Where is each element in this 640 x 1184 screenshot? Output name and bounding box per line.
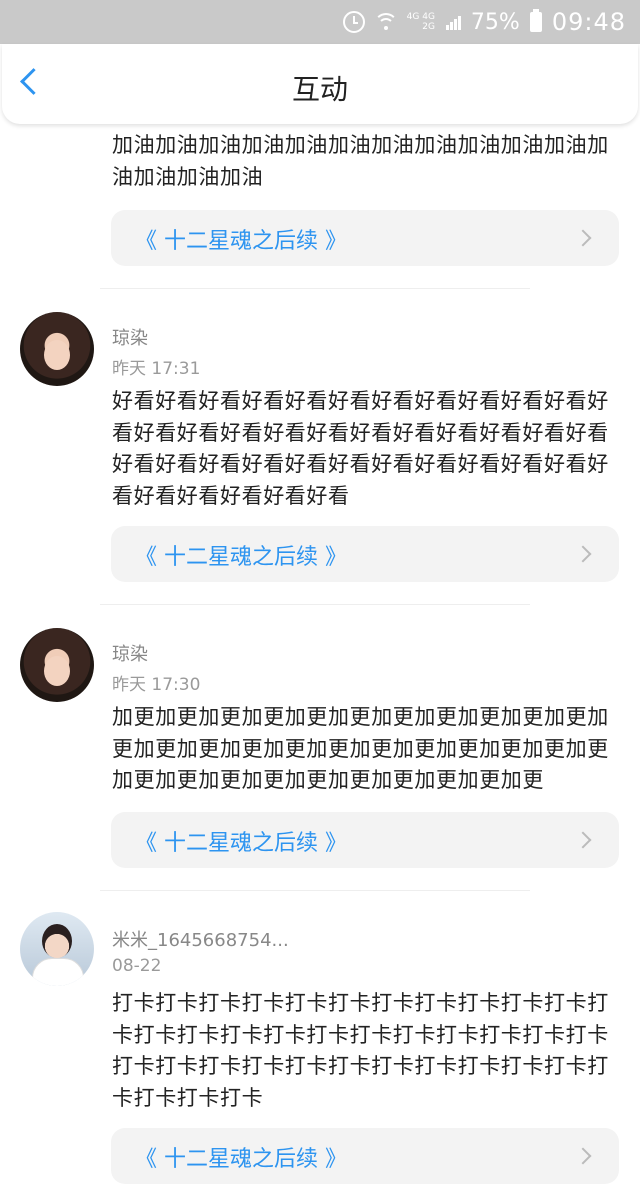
- chevron-right-icon: [574, 831, 592, 849]
- comment-text: 打卡打卡打卡打卡打卡打卡打卡打卡打卡打卡打卡打卡打卡打卡打卡打卡打卡打卡打卡打卡…: [112, 991, 609, 1110]
- page-title: 互动: [291, 73, 348, 106]
- book-link-title: 《 十二星魂之后续 》: [135, 229, 347, 254]
- divider: [100, 288, 530, 289]
- comment-time: 昨天 17:30: [112, 675, 201, 695]
- book-link-card[interactable]: 《 十二星魂之后续 》: [111, 526, 619, 582]
- battery-icon: [529, 9, 542, 32]
- chevron-right-icon: [574, 545, 592, 563]
- book-link-title: 《 十二星魂之后续 》: [135, 545, 347, 570]
- user-avatar[interactable]: [20, 628, 94, 702]
- comment-text: 好看好看好看好看好看好看好看好看好看好看好看好看好看好看好看好看好看好看好看好看…: [112, 389, 609, 508]
- network-indicator: 4G 4G 2G: [407, 12, 435, 32]
- divider: [100, 890, 530, 891]
- book-link-card[interactable]: 《 十二星魂之后续 》: [111, 210, 619, 266]
- alarm-icon: [342, 11, 365, 33]
- user-name[interactable]: 米米_1645668754...: [112, 926, 289, 952]
- user-avatar[interactable]: [20, 312, 94, 386]
- status-bar: 4G 4G 2G 75% 09:48: [0, 0, 640, 44]
- book-link-card[interactable]: 《 十二星魂之后续 》: [111, 1128, 619, 1184]
- book-link-title: 《 十二星魂之后续 》: [135, 831, 347, 856]
- comment-text: 加油加油加油加油加油加油加油加油加油加油加油加油加油加油加油: [112, 133, 609, 189]
- user-avatar[interactable]: [20, 912, 94, 986]
- comment-time: 08-22: [112, 956, 162, 976]
- app-header: 互动: [2, 44, 638, 124]
- divider: [100, 604, 530, 605]
- book-link-title: 《 十二星魂之后续 》: [135, 1147, 347, 1172]
- network-top-label: 4G 4G: [406, 12, 435, 22]
- network-bottom-label: 2G: [422, 22, 435, 32]
- comment-time: 昨天 17:31: [112, 359, 201, 379]
- wifi-icon: [373, 13, 398, 31]
- comment-text: 加更加更加更加更加更加更加更加更加更加更加更加更加更加更加更加更加更加更加更加更…: [112, 705, 609, 792]
- clock: 09:48: [551, 8, 626, 36]
- battery-percent: 75%: [470, 9, 520, 35]
- user-name[interactable]: 琼染: [112, 324, 148, 350]
- book-link-card[interactable]: 《 十二星魂之后续 》: [111, 812, 619, 868]
- chevron-right-icon: [574, 1147, 592, 1165]
- chevron-right-icon: [574, 229, 592, 247]
- user-name[interactable]: 琼染: [112, 640, 148, 666]
- signal-icon: [445, 14, 461, 30]
